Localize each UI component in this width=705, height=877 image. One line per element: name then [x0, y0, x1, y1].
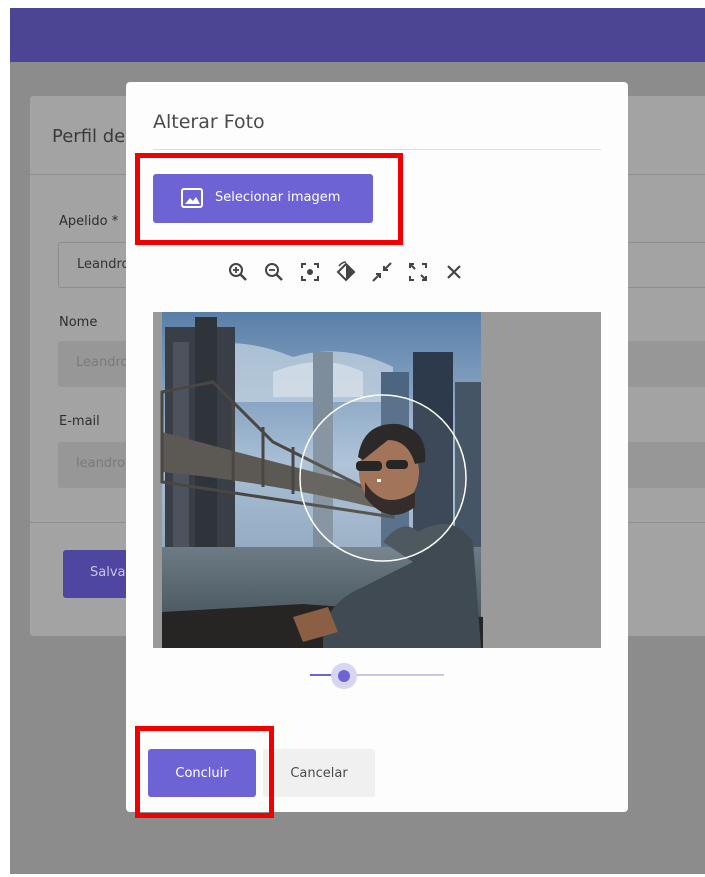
email-label: E-mail [59, 414, 100, 429]
confirm-button[interactable]: Concluir [148, 749, 256, 797]
save-button-label: Salvar [90, 565, 131, 580]
top-app-bar [10, 8, 705, 62]
zoom-in-icon[interactable] [225, 259, 251, 285]
cancel-button[interactable]: Cancelar [263, 749, 375, 797]
select-image-button[interactable]: Selecionar imagem [153, 174, 373, 223]
email-value: leandro [76, 456, 126, 471]
nickname-value: Leandro [77, 257, 130, 272]
profile-card-title: Perfil de [52, 126, 126, 147]
zoom-slider[interactable] [310, 663, 444, 689]
center-focus-icon[interactable] [297, 259, 323, 285]
name-value: Leandro [76, 355, 129, 370]
nickname-label: Apelido * [59, 214, 119, 229]
dialog-title: Alterar Foto [153, 111, 265, 133]
close-icon[interactable] [441, 259, 467, 285]
expand-icon[interactable] [405, 259, 431, 285]
image-icon [181, 188, 203, 208]
profile-photo [153, 312, 601, 648]
select-image-label: Selecionar imagem [215, 190, 341, 205]
name-label: Nome [59, 315, 98, 330]
zoom-out-icon[interactable] [261, 259, 287, 285]
rotate-icon[interactable] [333, 259, 359, 285]
app-window: Perfil de Apelido * Leandro Nome Leandro… [10, 8, 705, 874]
zoom-slider-thumb[interactable] [337, 670, 350, 682]
image-cropper[interactable] [153, 312, 601, 648]
dialog-title-divider [153, 149, 601, 150]
collapse-icon[interactable] [369, 259, 395, 285]
change-photo-dialog: Alterar Foto Selecionar imagem Concluir … [126, 82, 628, 812]
